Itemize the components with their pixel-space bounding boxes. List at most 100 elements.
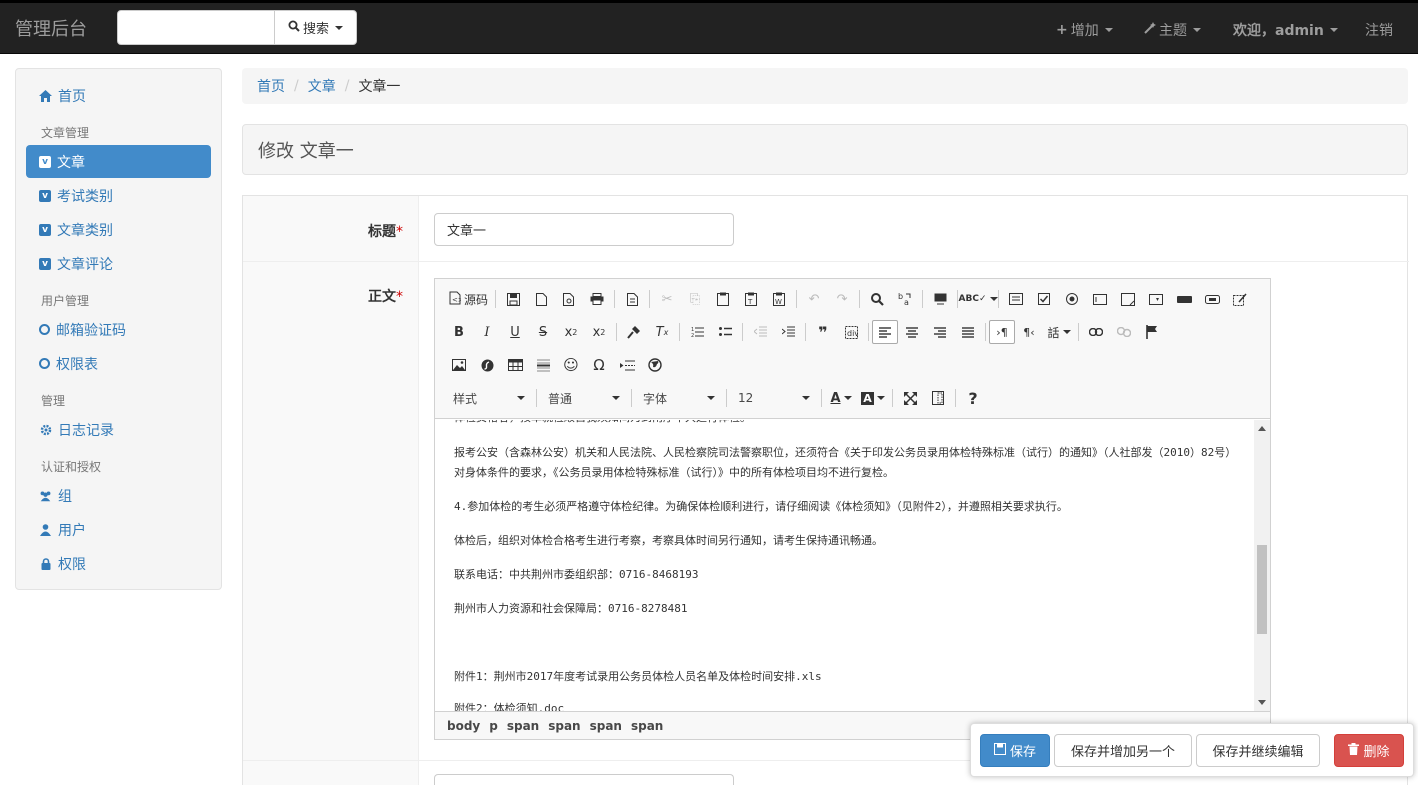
copy-icon[interactable]: ⎘: [681, 287, 709, 311]
sidebar-item-email-code[interactable]: 邮箱验证码: [26, 313, 211, 346]
breadcrumb-home[interactable]: 首页: [257, 76, 285, 96]
styles-dropdown[interactable]: 样式: [445, 386, 533, 410]
unlink-icon[interactable]: [1110, 320, 1138, 344]
smiley-icon[interactable]: ☺: [557, 353, 585, 377]
form-icon[interactable]: [1002, 287, 1030, 311]
bulleted-list-icon[interactable]: [711, 320, 739, 344]
copy-format-icon[interactable]: [620, 320, 648, 344]
paste-word-icon[interactable]: W: [765, 287, 793, 311]
special-char-icon[interactable]: Ω: [585, 353, 613, 377]
delete-button[interactable]: 删除: [1334, 734, 1404, 767]
path-item[interactable]: span: [548, 719, 580, 733]
table-icon[interactable]: [501, 353, 529, 377]
background-color-icon[interactable]: A: [857, 386, 889, 410]
font-size-dropdown[interactable]: 12: [730, 386, 818, 410]
source-button[interactable]: <> 源码: [445, 291, 492, 308]
sidebar-item-group[interactable]: 组: [26, 479, 211, 512]
indent-icon[interactable]: [774, 320, 802, 344]
select-all-icon[interactable]: [926, 287, 954, 311]
font-dropdown[interactable]: 字体: [635, 386, 723, 410]
link-icon[interactable]: [1082, 320, 1110, 344]
save-and-add-button[interactable]: 保存并增加另一个: [1054, 734, 1192, 767]
next-field-input[interactable]: [434, 774, 734, 785]
title-input[interactable]: 文章一: [434, 213, 734, 246]
align-justify-icon[interactable]: [954, 320, 982, 344]
div-container-icon[interactable]: div: [837, 320, 865, 344]
ltr-icon[interactable]: ›¶: [989, 320, 1015, 344]
redo-icon[interactable]: ↷: [828, 287, 856, 311]
print-icon[interactable]: [583, 287, 611, 311]
rtl-icon[interactable]: ¶‹: [1015, 320, 1043, 344]
sidebar-item-home[interactable]: 首页: [26, 79, 211, 112]
path-item[interactable]: span: [507, 719, 539, 733]
remove-format-icon[interactable]: Tx: [648, 320, 676, 344]
button-icon[interactable]: [1170, 287, 1198, 311]
find-icon[interactable]: [863, 287, 891, 311]
format-dropdown[interactable]: 普通: [540, 386, 628, 410]
anchor-flag-icon[interactable]: [1138, 320, 1166, 344]
show-blocks-icon[interactable]: [924, 386, 952, 410]
help-icon[interactable]: ?: [959, 386, 987, 410]
paste-icon[interactable]: [709, 287, 737, 311]
theme-menu[interactable]: 主题: [1144, 3, 1201, 57]
checkbox-icon[interactable]: [1030, 287, 1058, 311]
underline-icon[interactable]: U: [501, 320, 529, 344]
editor-content[interactable]: 体检资格者，按单就检顺自我须知间为到南序不大延行体检。 报考公安（含森林公安）机…: [435, 420, 1270, 711]
page-break-icon[interactable]: [613, 353, 641, 377]
path-item[interactable]: p: [489, 719, 498, 733]
align-left-icon[interactable]: [872, 320, 898, 344]
bold-icon[interactable]: B: [445, 320, 473, 344]
image-icon[interactable]: [445, 353, 473, 377]
scroll-up-arrow[interactable]: [1258, 426, 1266, 431]
replace-icon[interactable]: ba: [891, 287, 919, 311]
textarea-icon[interactable]: [1114, 287, 1142, 311]
sidebar-item-article-comment[interactable]: v 文章评论: [26, 247, 211, 280]
image-button-icon[interactable]: [1198, 287, 1226, 311]
path-item[interactable]: span: [631, 719, 663, 733]
cut-icon[interactable]: ✂: [653, 287, 681, 311]
numbered-list-icon[interactable]: 12: [683, 320, 711, 344]
sidebar-item-user[interactable]: 用户: [26, 513, 211, 546]
path-item[interactable]: body: [447, 719, 480, 733]
undo-icon[interactable]: ↶: [800, 287, 828, 311]
language-icon[interactable]: 話: [1043, 320, 1075, 344]
textfield-icon[interactable]: [1086, 287, 1114, 311]
preview-icon[interactable]: [555, 287, 583, 311]
sidebar-item-log[interactable]: 日志记录: [26, 413, 211, 446]
italic-icon[interactable]: I: [473, 320, 501, 344]
iframe-globe-icon[interactable]: [641, 353, 669, 377]
sidebar-item-permission-table[interactable]: 权限表: [26, 347, 211, 380]
align-center-icon[interactable]: [898, 320, 926, 344]
subscript-icon[interactable]: x2: [557, 320, 585, 344]
scrollbar-thumb[interactable]: [1257, 545, 1267, 634]
sidebar-item-article-category[interactable]: v 文章类别: [26, 213, 211, 246]
save-and-continue-button[interactable]: 保存并继续编辑: [1196, 734, 1320, 767]
maximize-icon[interactable]: [896, 386, 924, 410]
hidden-field-icon[interactable]: [1226, 287, 1254, 311]
superscript-icon[interactable]: x2: [585, 320, 613, 344]
scroll-down-arrow[interactable]: [1258, 700, 1266, 705]
flash-icon[interactable]: [473, 353, 501, 377]
sidebar-item-article[interactable]: v 文章: [26, 145, 211, 178]
sidebar-item-permission[interactable]: 权限: [26, 547, 211, 580]
outdent-icon[interactable]: [746, 320, 774, 344]
horizontal-line-icon[interactable]: [529, 353, 557, 377]
select-icon[interactable]: [1142, 287, 1170, 311]
blockquote-icon[interactable]: ❞: [809, 320, 837, 344]
user-menu[interactable]: 欢迎，admin: [1233, 3, 1338, 57]
sidebar-item-exam-category[interactable]: v 考试类别: [26, 179, 211, 212]
logout-link[interactable]: 注销: [1365, 3, 1393, 57]
breadcrumb-article[interactable]: 文章: [308, 76, 336, 96]
save-icon[interactable]: [499, 287, 527, 311]
add-menu[interactable]: + 增加: [1056, 3, 1113, 57]
align-right-icon[interactable]: [926, 320, 954, 344]
search-button[interactable]: 搜索: [274, 10, 357, 45]
radio-icon[interactable]: [1058, 287, 1086, 311]
strikethrough-icon[interactable]: S: [529, 320, 557, 344]
spellcheck-icon[interactable]: ABC✓: [959, 287, 998, 311]
paste-text-icon[interactable]: T: [737, 287, 765, 311]
save-button[interactable]: 保存: [980, 734, 1050, 767]
text-color-icon[interactable]: A: [825, 386, 857, 410]
brand-title[interactable]: 管理后台: [15, 15, 87, 41]
new-page-icon[interactable]: [527, 287, 555, 311]
